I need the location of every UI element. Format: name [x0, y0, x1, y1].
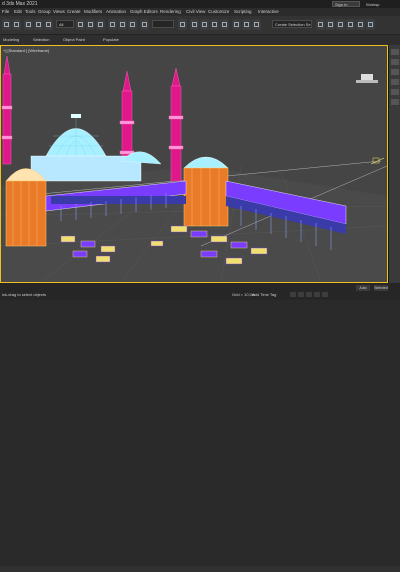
- select-by-name-icon[interactable]: [86, 19, 95, 30]
- placement-icon[interactable]: [140, 19, 149, 30]
- motion-panel-icon[interactable]: [391, 79, 399, 85]
- bind-space-warp-icon[interactable]: [44, 19, 53, 30]
- ribbon-tab-populate[interactable]: Populate: [103, 35, 119, 45]
- hierarchy-panel-icon[interactable]: [391, 69, 399, 75]
- schematic-view-icon[interactable]: [326, 19, 335, 30]
- status-bar: ick-drag to select objects Grid = 10,0m …: [0, 283, 400, 572]
- ribbon-tab-selection[interactable]: Selection: [33, 35, 49, 45]
- main-toolbar: All Create Selection Se: [0, 16, 400, 35]
- unlink-icon[interactable]: [34, 19, 43, 30]
- play-icon[interactable]: [306, 292, 312, 297]
- menu-edit[interactable]: Edit: [14, 8, 22, 16]
- go-to-end-icon[interactable]: [322, 292, 328, 297]
- command-panel: [388, 45, 400, 283]
- angle-snap-icon[interactable]: [200, 19, 209, 30]
- go-to-start-icon[interactable]: [290, 292, 296, 297]
- scale-icon[interactable]: [128, 19, 137, 30]
- perspective-viewport[interactable]: +] [Standard ] [Wireframe]: [0, 45, 388, 283]
- main-dome: [45, 114, 107, 157]
- undo-icon[interactable]: [2, 19, 11, 30]
- menu-rendering[interactable]: Rendering: [160, 8, 181, 16]
- snap-toggle-icon[interactable]: [190, 19, 199, 30]
- menu-graph-editors[interactable]: Graph Editors: [130, 8, 158, 16]
- tower-right: [183, 156, 229, 227]
- curve-editor-icon[interactable]: [316, 19, 325, 30]
- ribbon-tab-object-paint[interactable]: Object Paint: [63, 35, 85, 45]
- spinner-snap-icon[interactable]: [220, 19, 229, 30]
- menu-group[interactable]: Group: [38, 8, 51, 16]
- rotate-icon[interactable]: [118, 19, 127, 30]
- named-selection-set-dropdown[interactable]: Create Selection Se: [272, 20, 312, 28]
- render-setup-icon[interactable]: [346, 19, 355, 30]
- display-panel-icon[interactable]: [391, 89, 399, 95]
- menu-animation[interactable]: Animation: [106, 8, 126, 16]
- minaret-center-right: [168, 67, 184, 182]
- material-editor-icon[interactable]: [336, 19, 345, 30]
- move-icon[interactable]: [108, 19, 117, 30]
- menu-civil-view[interactable]: Civil View: [186, 8, 205, 16]
- menu-customize[interactable]: Customize: [208, 8, 229, 16]
- title-bar: d 3ds Max 2021 Sign In Worksp: [0, 0, 400, 8]
- mirror-icon[interactable]: [232, 19, 241, 30]
- layer-explorer-icon[interactable]: [252, 19, 261, 30]
- ribbon-tabs: Modeling Selection Object Paint Populate: [0, 35, 400, 45]
- menu-tools[interactable]: Tools: [25, 8, 36, 16]
- menu-modifiers[interactable]: Modifiers: [84, 8, 102, 16]
- menu-interactive[interactable]: Interactive: [258, 8, 279, 16]
- redo-icon[interactable]: [12, 19, 21, 30]
- ribbon-tab-modeling[interactable]: Modeling: [3, 35, 19, 45]
- modify-panel-icon[interactable]: [391, 59, 399, 65]
- menu-bar: File Edit Tools Group Views Create Modif…: [0, 8, 400, 16]
- camera-gizmo: [356, 74, 385, 165]
- tower-left: [5, 168, 47, 247]
- add-time-tag-button[interactable]: Add Time Tag: [252, 292, 276, 297]
- render-icon[interactable]: [366, 19, 375, 30]
- reference-coordinate-dropdown[interactable]: [152, 20, 174, 28]
- percent-snap-icon[interactable]: [210, 19, 219, 30]
- menu-file[interactable]: File: [2, 8, 9, 16]
- next-frame-icon[interactable]: [314, 292, 320, 297]
- sign-in-button[interactable]: Sign In: [332, 1, 360, 7]
- rectangular-selection-icon[interactable]: [96, 19, 105, 30]
- create-panel-icon[interactable]: [391, 49, 399, 55]
- selected-dropdown[interactable]: Selected: [374, 285, 388, 291]
- minaret-left: [1, 55, 13, 165]
- link-icon[interactable]: [24, 19, 33, 30]
- pivot-icon[interactable]: [178, 19, 187, 30]
- viewport-label[interactable]: +] [Standard ] [Wireframe]: [3, 48, 49, 53]
- previous-frame-icon[interactable]: [298, 292, 304, 297]
- timeline-slider[interactable]: [0, 566, 400, 572]
- select-object-icon[interactable]: [76, 19, 85, 30]
- prompt-line: ick-drag to select objects: [2, 292, 47, 297]
- app-title: d 3ds Max 2021: [2, 1, 38, 7]
- selection-filter-dropdown[interactable]: All: [56, 20, 74, 28]
- utilities-panel-icon[interactable]: [391, 99, 399, 105]
- menu-views[interactable]: Views: [53, 8, 65, 16]
- menu-scripting[interactable]: Scripting: [234, 8, 252, 16]
- scene-wireframe: [1, 55, 387, 282]
- rendered-frame-window-icon[interactable]: [356, 19, 365, 30]
- menu-create[interactable]: Create: [67, 8, 81, 16]
- align-icon[interactable]: [242, 19, 251, 30]
- auto-key-button[interactable]: Auto: [356, 285, 370, 291]
